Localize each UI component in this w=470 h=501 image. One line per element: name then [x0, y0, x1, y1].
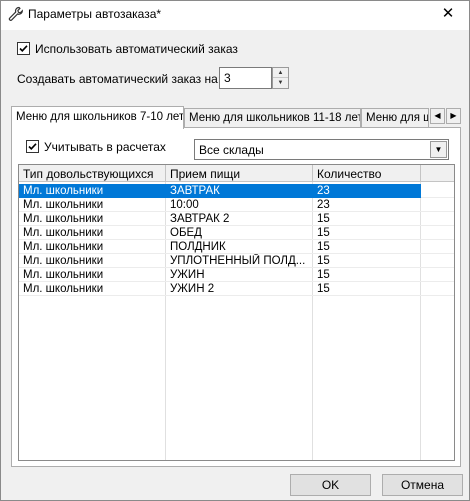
table-cell: ОБЕД: [170, 227, 202, 239]
table-row[interactable]: Мл. школьники 10:00 23: [19, 198, 454, 212]
menu-tabs: Меню для школьников 7-10 лет Меню для шк…: [11, 106, 463, 129]
table-cell: 10:00: [170, 199, 199, 211]
create-auto-order-label: Создавать автоматический заказ на:: [17, 72, 222, 86]
table-row[interactable]: Мл. школьники ЗАВТРАК 2 15: [19, 212, 454, 226]
window-title: Параметры автозаказа*: [28, 7, 162, 21]
use-auto-order-checkbox[interactable]: [17, 42, 30, 55]
table-row[interactable]: Мл. школьники УПЛОТНЕННЫЙ ПОЛД... 15: [19, 254, 454, 268]
table-cell: Мл. школьники: [19, 184, 166, 198]
table-row[interactable]: Мл. школьники ПОЛДНИК 15: [19, 240, 454, 254]
checkmark-icon: [28, 143, 37, 150]
grid-header: Тип довольствующихся Прием пищи Количест…: [19, 165, 454, 182]
tab-scroll-right-icon[interactable]: ▶: [446, 108, 461, 124]
tab-menu-3[interactable]: Меню для ш: [361, 108, 429, 128]
table-cell: 15: [317, 227, 330, 239]
column-header-consumer-type[interactable]: Тип довольствующихся: [19, 165, 166, 182]
tab-scroll-left-icon[interactable]: ◀: [430, 108, 445, 124]
tab-menu-11-18[interactable]: Меню для школьников 11-18 лет: [184, 108, 361, 128]
table-cell: Мл. школьники: [23, 255, 104, 267]
column-header-meal[interactable]: Прием пищи: [166, 165, 313, 182]
table-cell: Мл. школьники: [23, 269, 104, 281]
consider-in-calculations-checkbox[interactable]: [26, 140, 39, 153]
table-cell: 15: [317, 255, 330, 267]
table-cell: УЖИН 2: [170, 283, 215, 295]
table-row[interactable]: Мл. школьники УЖИН 2 15: [19, 282, 454, 296]
table-cell: УПЛОТНЕННЫЙ ПОЛД...: [170, 255, 306, 267]
tab-menu-7-10[interactable]: Меню для школьников 7-10 лет: [11, 106, 184, 129]
table-cell: Мл. школьники: [23, 199, 104, 211]
ok-button[interactable]: OK: [290, 474, 371, 496]
close-button[interactable]: ✕: [431, 2, 465, 28]
table-cell: 15: [317, 213, 330, 225]
table-cell: 23: [313, 184, 421, 198]
table-cell: ПОЛДНИК: [170, 241, 226, 253]
table-cell: 15: [317, 269, 330, 281]
spin-down-icon[interactable]: ▼: [273, 78, 288, 88]
order-grid[interactable]: Тип довольствующихся Прием пищи Количест…: [18, 164, 455, 461]
auto-order-count-input[interactable]: 3: [219, 67, 272, 89]
table-cell: ЗАВТРАК 2: [170, 213, 230, 225]
table-cell: Мл. школьники: [23, 213, 104, 225]
consider-in-calculations-label: Учитывать в расчетах: [44, 140, 166, 154]
table-cell: УЖИН: [170, 269, 205, 281]
table-cell: Мл. школьники: [23, 227, 104, 239]
title-bar: Параметры автозаказа* ✕: [1, 1, 469, 30]
table-row[interactable]: Мл. школьники ЗАВТРАК 23: [19, 184, 454, 198]
checkmark-icon: [19, 45, 28, 52]
table-cell: 15: [317, 241, 330, 253]
spin-up-icon[interactable]: ▲: [273, 68, 288, 78]
table-cell: 15: [317, 283, 330, 295]
grid-body: Мл. школьники ЗАВТРАК 23 Мл. школьники 10:00…: [19, 182, 454, 460]
warehouse-select[interactable]: Все склады ▼: [194, 139, 449, 160]
chevron-down-icon[interactable]: ▼: [430, 141, 447, 158]
table-cell: Мл. школьники: [23, 283, 104, 295]
table-cell: Мл. школьники: [23, 241, 104, 253]
cancel-button[interactable]: Отмена: [382, 474, 463, 496]
auto-order-settings-window: Параметры автозаказа* ✕ Использовать авт…: [0, 0, 470, 501]
table-row[interactable]: Мл. школьники ОБЕД 15: [19, 226, 454, 240]
wrench-icon: [8, 6, 24, 22]
table-cell: 23: [317, 199, 330, 211]
use-auto-order-label: Использовать автоматический заказ: [35, 42, 238, 56]
column-header-quantity[interactable]: Количество: [313, 165, 421, 182]
table-cell: ЗАВТРАК: [166, 184, 313, 198]
table-row[interactable]: Мл. школьники УЖИН 15: [19, 268, 454, 282]
auto-order-count-stepper[interactable]: ▲ ▼: [272, 67, 289, 89]
warehouse-select-value: Все склады: [199, 143, 264, 157]
